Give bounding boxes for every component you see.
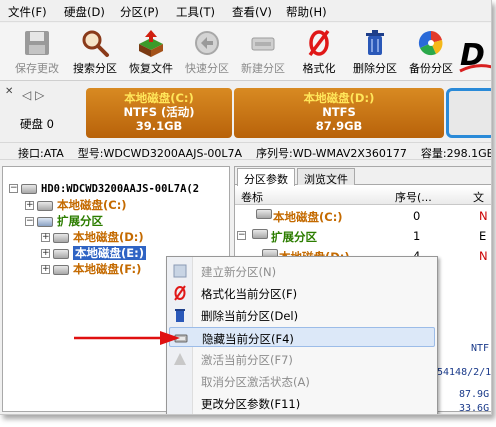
save-changes-button[interactable]: 保存更改 [8,25,66,79]
tab-partition-params[interactable]: 分区参数 [237,168,295,186]
tree-item-extended[interactable]: − 扩展分区 [25,213,103,229]
backup-partition-button[interactable]: 备份分区 [402,25,460,79]
app-logo: D [458,31,491,77]
collapse-icon[interactable]: − [237,231,246,240]
harddisk-icon [21,183,37,194]
menu-item-format[interactable]: 格式化当前分区(F) [169,283,435,303]
search-partition-button[interactable]: 搜索分区 [66,25,124,79]
expand-icon[interactable]: + [25,201,34,210]
menu-item-new-partition[interactable]: 建立新分区(N) [169,261,435,281]
quick-partition-button[interactable]: 快速分区 [178,25,236,79]
restore-files-button[interactable]: 恢复文件 [122,25,180,79]
menu-help[interactable]: 帮助(H) [286,4,327,20]
collapse-icon[interactable]: − [25,217,34,226]
new-partition-icon [173,264,187,278]
drive-icon [53,248,69,259]
menu-item-change-params[interactable]: 更改分区参数(F11) [169,393,435,413]
menu-bar: 文件(F) 硬盘(D) 分区(P) 工具(T) 查看(V) 帮助(H) [0,0,491,22]
disk-label: 硬盘 0 [20,117,54,131]
disk-map-panel: ✕ ◁ ▷ 硬盘 0 本地磁盘(C:) NTFS (活动) 39.1GB 本地磁… [0,82,491,142]
partition-bar-d[interactable]: 本地磁盘(D:) NTFS 87.9GB [234,88,444,138]
save-icon [25,31,49,55]
model-info: 型号:WDCWD3200AAJS-00L7A [77,147,243,160]
menu-item-deactivate[interactable]: 取消分区激活状态(A) [169,371,435,391]
restore-icon [139,30,163,57]
menu-view[interactable]: 查看(V) [232,4,272,20]
tree-item-e[interactable]: + 本地磁盘(E:) [41,245,146,261]
quick-partition-icon [195,31,219,55]
col-volume-label[interactable]: 卷标 [241,189,263,205]
app-window: 文件(F) 硬盘(D) 分区(P) 工具(T) 查看(V) 帮助(H) 保存更改… [0,0,492,415]
expand-icon[interactable]: + [41,265,50,274]
table-header: 卷标 序号(... 文 [235,187,491,205]
activate-icon [174,353,186,365]
extended-partition-icon [252,229,268,239]
menu-disk[interactable]: 硬盘(D) [64,4,105,20]
partition-bar-extended[interactable] [446,88,491,138]
drive-icon [256,209,272,219]
drive-icon [53,232,69,243]
format-icon [174,285,186,301]
context-menu: 建立新分区(N) 格式化当前分区(F) 删除当前分区(Del) 隐藏当前分区(F… [166,256,438,414]
expand-icon[interactable]: + [41,233,50,242]
interface-info: 接口:ATA [18,147,64,160]
table-row[interactable]: 本地磁盘(C:) 0 N [235,207,491,225]
col-filesystem[interactable]: 文 [473,189,484,205]
tab-browse-files[interactable]: 浏览文件 [297,168,355,186]
menu-partition[interactable]: 分区(P) [120,4,159,20]
search-icon [82,30,109,57]
prev-disk-icon[interactable]: ◁ [22,88,31,102]
drive-icon [37,200,53,211]
close-icon[interactable]: ✕ [5,86,13,97]
format-icon [308,29,330,57]
menu-item-hide[interactable]: 隐藏当前分区(F4) [169,327,435,347]
tab-strip: 分区参数 浏览文件 [235,167,491,186]
disk-info-line: 接口:ATA 型号:WDCWD3200AAJS-00L7A 序列号:WD-WMAV2… [0,142,491,160]
menu-file[interactable]: 文件(F) [8,4,47,20]
table-row[interactable]: − 扩展分区 1 E [235,227,491,245]
delete-partition-icon [366,30,384,55]
tree-item-c[interactable]: + 本地磁盘(C:) [25,197,127,213]
expand-icon[interactable]: + [41,249,50,258]
delete-partition-button[interactable]: 删除分区 [346,25,404,79]
toolbar: 保存更改 搜索分区 恢复文件 快速分区 新建分区 格式化 删除分区 备份分区 D [0,23,491,81]
fragment-size-free: 33.6G [459,403,490,412]
backup-partition-icon [418,30,443,56]
col-index[interactable]: 序号(... [395,189,432,205]
tree-item-d[interactable]: + 本地磁盘(D:) [41,229,144,245]
new-partition-button[interactable]: 新建分区 [234,25,292,79]
new-partition-icon [251,37,275,51]
menu-tools[interactable]: 工具(T) [176,4,215,20]
extended-partition-icon [37,216,53,227]
menu-item-activate[interactable]: 激活当前分区(F7) [169,349,435,369]
tree-root-disk[interactable]: − HD0:WDCWD3200AAJS-00L7A(2 [9,181,199,197]
format-button[interactable]: 格式化 [290,25,348,79]
tree-item-f[interactable]: + 本地磁盘(F:) [41,261,141,277]
fragment-fs: NTF [471,343,490,354]
capacity-info: 容量:298.1GB(30524 [420,147,491,160]
delete-icon [175,309,185,322]
next-disk-icon[interactable]: ▷ [35,88,44,102]
disk-nav-arrows[interactable]: ◁ ▷ [22,88,44,102]
fragment-size-total: 87.9G [459,389,490,400]
partition-bar-c[interactable]: 本地磁盘(C:) NTFS (活动) 39.1GB [86,88,232,138]
red-arrow-annotation [74,331,180,345]
collapse-icon[interactable]: − [9,184,18,193]
menu-item-delete[interactable]: 删除当前分区(Del) [169,305,435,325]
serial-info: 序列号:WD-WMAV2X360177 [256,147,407,160]
drive-icon [53,264,69,275]
fragment-chs: 54148/2/1 [437,367,492,378]
